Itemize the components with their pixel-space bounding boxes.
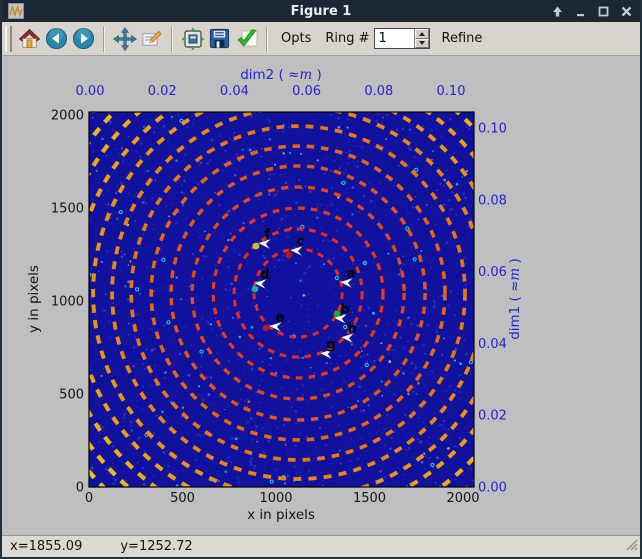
forward-button[interactable] <box>70 25 97 53</box>
close-button[interactable] <box>618 3 634 19</box>
tick-label: 1500 <box>51 202 84 217</box>
home-button[interactable] <box>16 25 43 53</box>
ring-number-value[interactable]: 1 <box>375 29 414 48</box>
control-point-label: b <box>341 302 350 317</box>
triangle-up-icon <box>419 32 425 36</box>
control-point-label: e <box>276 310 285 325</box>
tick-label: 0.06 <box>292 84 321 99</box>
statusbar: x=1855.09 y=1252.72 <box>2 535 640 557</box>
minimize-icon <box>574 5 587 18</box>
pan-button[interactable] <box>111 25 138 53</box>
matplotlib-logo-icon <box>8 3 24 19</box>
floppy-disk-icon <box>208 27 231 50</box>
move-cross-icon <box>113 27 137 51</box>
rollup-button[interactable] <box>549 3 565 19</box>
apply-button[interactable] <box>233 25 260 53</box>
tick-label: 2000 <box>51 109 84 124</box>
cursor-x-readout: x=1855.09 <box>10 539 82 554</box>
control-point-label: c <box>297 235 305 250</box>
tick-label: 0.10 <box>437 84 466 99</box>
toolbar-separator <box>266 26 268 52</box>
minimize-button[interactable] <box>572 3 588 19</box>
toolbar-separator <box>171 26 173 52</box>
tick-label: 0.02 <box>478 409 507 424</box>
tick-label: 0 <box>76 481 84 496</box>
control-point-label: h <box>348 322 357 337</box>
home-icon <box>18 27 41 50</box>
window-title: Figure 1 <box>2 4 640 19</box>
configure-subplots-button[interactable] <box>179 25 206 53</box>
tick-label: 0.08 <box>478 193 507 208</box>
tick-label: 1000 <box>51 295 84 310</box>
cursor-y-readout: y=1252.72 <box>120 539 192 554</box>
y-axis-label: y in pixels <box>26 265 42 333</box>
tick-label: 500 <box>170 491 195 506</box>
tick-label: 0.00 <box>76 84 105 99</box>
right-axis-label: dim1 ( ≈m ) <box>507 258 523 340</box>
resize-grip-icon[interactable] <box>625 538 638 555</box>
plot-canvas[interactable]: a b c d e f gh 0 500 1000 1500 2000 0 500 1000 1500 200… <box>2 56 640 535</box>
back-arrow-icon <box>45 27 68 50</box>
tick-label: 1000 <box>259 491 292 506</box>
tick-label: 0.10 <box>478 122 507 137</box>
save-button[interactable] <box>206 25 233 53</box>
note-pencil-icon <box>140 27 163 50</box>
maximize-button[interactable] <box>595 3 611 19</box>
titlebar[interactable]: Figure 1 <box>2 0 640 22</box>
tick-label: 1500 <box>353 491 386 506</box>
x-axis-label: x in pixels <box>247 507 315 523</box>
tick-label: 0.02 <box>148 84 177 99</box>
tick-label: 0.04 <box>220 84 249 99</box>
ring-number-spinbox[interactable]: 1 <box>374 28 430 49</box>
triangle-down-icon <box>419 41 425 45</box>
forward-arrow-icon <box>72 27 95 50</box>
arrow-up-icon <box>551 5 564 18</box>
refine-button[interactable]: Refine <box>442 31 483 46</box>
tick-label: 0.00 <box>478 481 507 496</box>
figure-window: Figure 1 <box>0 0 642 559</box>
maximize-icon <box>597 5 610 18</box>
back-button[interactable] <box>43 25 70 53</box>
spin-down-button[interactable] <box>415 39 429 49</box>
figure-canvas: a b c d e f gh 0 500 1000 1500 2000 0 500 1000 1500 200… <box>2 56 640 535</box>
tick-label: 0 <box>85 491 93 506</box>
subplots-arrows-icon <box>181 27 205 51</box>
tick-label: 0.08 <box>364 84 393 99</box>
tick-label: 0.06 <box>478 265 507 280</box>
ring-number-label: Ring # <box>325 31 369 46</box>
top-axis-label: dim2 ( ≈m ) <box>240 67 322 83</box>
close-icon <box>620 5 633 18</box>
toolbar-separator <box>103 26 105 52</box>
spin-up-button[interactable] <box>415 29 429 39</box>
tick-label: 2000 <box>446 491 479 506</box>
opts-button[interactable]: Opts <box>281 31 311 46</box>
green-check-icon <box>235 27 259 51</box>
toolbar: Opts Ring # 1 Refine <box>2 22 640 56</box>
control-point-label: a <box>347 267 356 282</box>
tick-label: 500 <box>59 388 84 403</box>
edit-parameters-button[interactable] <box>138 25 165 53</box>
control-point-label: f <box>265 228 271 243</box>
toolbar-grip[interactable] <box>5 26 12 52</box>
control-point-label: d <box>260 268 269 283</box>
control-point-label: g <box>326 338 335 353</box>
tick-label: 0.04 <box>478 337 507 352</box>
